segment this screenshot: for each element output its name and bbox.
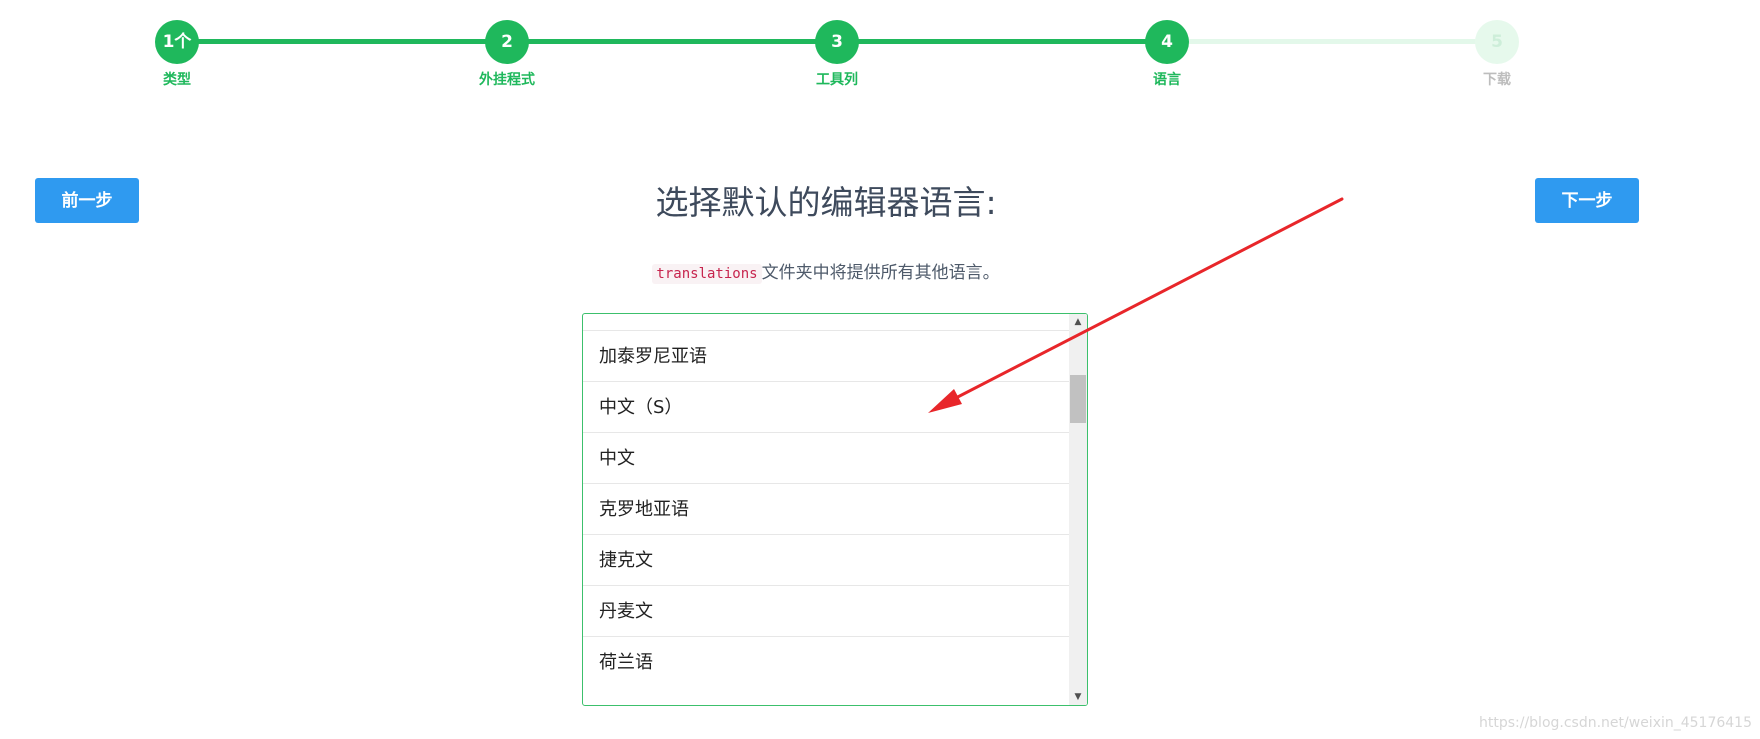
language-note: translations 文件夹中将提供所有其他语言。 (0, 258, 1652, 284)
scroll-down-icon[interactable]: ▼ (1069, 689, 1087, 705)
step-type[interactable]: 1个 类型 (97, 20, 257, 89)
step-circle: 5 (1475, 20, 1519, 64)
step-label: 下载 (1483, 72, 1511, 88)
step-download[interactable]: 5 下载 (1417, 20, 1577, 89)
translations-code: translations (652, 264, 762, 284)
listbox-scrollbar[interactable]: ▲ ▼ (1069, 314, 1087, 705)
step-label: 类型 (163, 72, 191, 88)
step-label: 外挂程式 (479, 72, 535, 88)
step-label: 语言 (1153, 72, 1181, 88)
step-toolbar[interactable]: 3 工具列 (757, 20, 917, 89)
step-circle: 4 (1145, 20, 1189, 64)
list-item[interactable]: 中文 (583, 432, 1069, 483)
list-item[interactable]: 克罗地亚语 (583, 483, 1069, 534)
list-item[interactable]: 中文（S） (583, 381, 1069, 432)
step-plugins[interactable]: 2 外挂程式 (427, 20, 587, 89)
progress-stepper: 1个 类型 2 外挂程式 3 工具列 4 语言 5 下载 (0, 0, 1760, 100)
language-options: 加泰罗尼亚语 中文（S） 中文 克罗地亚语 捷克文 丹麦文 荷兰语 (583, 330, 1069, 687)
step-connector-done (177, 39, 1177, 44)
scroll-up-icon[interactable]: ▲ (1069, 314, 1087, 330)
step-circle: 2 (485, 20, 529, 64)
list-item[interactable]: 加泰罗尼亚语 (583, 330, 1069, 381)
page-title: 选择默认的编辑器语言: (655, 183, 997, 222)
step-circle: 3 (815, 20, 859, 64)
list-item[interactable]: 丹麦文 (583, 585, 1069, 636)
list-item[interactable]: 荷兰语 (583, 636, 1069, 687)
step-language[interactable]: 4 语言 (1087, 20, 1247, 89)
watermark: https://blog.csdn.net/weixin_45176415 (1478, 715, 1752, 731)
list-item[interactable]: 捷克文 (583, 534, 1069, 585)
step-label: 工具列 (816, 72, 858, 88)
language-note-text: 文件夹中将提供所有其他语言。 (761, 263, 1000, 283)
language-listbox[interactable]: 加泰罗尼亚语 中文（S） 中文 克罗地亚语 捷克文 丹麦文 荷兰语 ▲ ▼ (582, 313, 1088, 706)
scrollbar-thumb[interactable] (1070, 375, 1086, 423)
step-circle: 1个 (155, 20, 199, 64)
